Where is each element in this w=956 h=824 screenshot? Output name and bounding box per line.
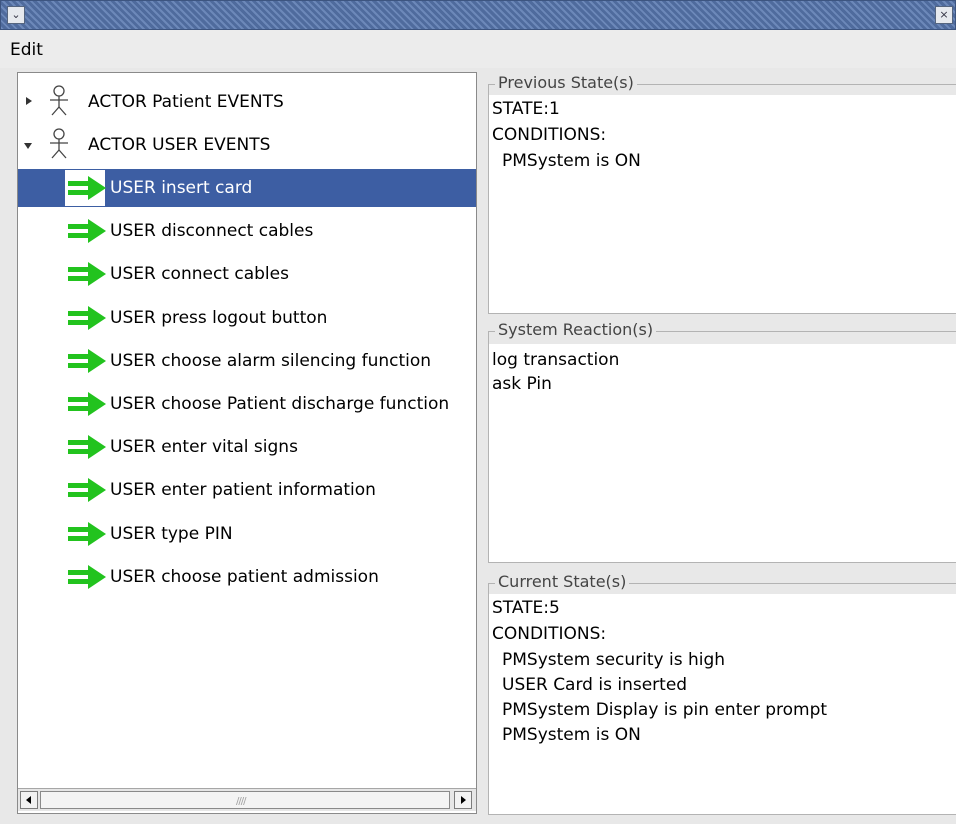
state-line: STATE:1 [492,99,560,119]
arrow-icon [68,478,106,502]
tree-node-event[interactable]: USER disconnect cables [18,212,476,250]
scrollbar-grip: //// [236,796,247,807]
tree-node-actor-user[interactable]: ACTOR USER EVENTS [18,126,476,164]
tree-node-event[interactable]: USER connect cables [18,255,476,293]
system-reaction-panel: System Reaction(s) log transaction ask P… [488,320,956,563]
tree-node-label: USER connect cables [110,264,289,284]
scroll-right-button[interactable] [454,791,472,809]
current-state-text[interactable]: STATE:5 CONDITIONS: PMSystem security is… [489,594,956,814]
tree-node-label: USER press logout button [110,308,328,328]
actor-icon [50,128,68,159]
expand-arrow-icon[interactable] [26,97,32,105]
condition-line: PMSystem security is high [502,650,726,670]
tree-node-label: ACTOR USER EVENTS [88,135,271,155]
menu-bar: Edit [0,30,956,68]
system-reaction-text[interactable]: log transaction ask Pin [489,344,956,562]
tree-node-label: USER insert card [110,178,253,198]
tree-node-event[interactable]: USER choose patient admission [18,558,476,596]
arrow-icon [68,435,106,459]
tree-node-event[interactable]: USER type PIN [18,515,476,553]
arrow-left-icon [26,796,31,804]
tree-node-actor-patient[interactable]: ACTOR Patient EVENTS [18,83,476,121]
tree-node-label: USER disconnect cables [110,221,314,241]
tree-node-label: USER enter vital signs [110,437,298,457]
window-menu-button[interactable]: ⌄ [7,6,25,24]
tree-node-label: USER choose patient admission [110,567,379,587]
tree-node-event[interactable]: USER insert card [18,169,476,207]
tree-node-event[interactable]: USER choose alarm silencing function [18,342,476,380]
condition-line: PMSystem is ON [502,725,641,745]
condition-line: USER Card is inserted [502,675,688,695]
tree-node-label: USER choose Patient discharge function [110,394,450,414]
arrow-icon [68,176,106,200]
arrow-icon [68,392,106,416]
arrow-icon [68,219,106,243]
reaction-line: log transaction [492,350,620,370]
close-window-button[interactable]: × [935,6,953,24]
tree-node-event[interactable]: USER enter patient information [18,471,476,509]
tree-node-label: ACTOR Patient EVENTS [88,92,284,112]
actor-icon [50,85,68,116]
reaction-line: ask Pin [492,374,552,394]
arrow-icon [68,349,106,373]
panel-title: Current State(s) [495,572,630,591]
previous-state-text[interactable]: STATE:1 CONDITIONS: PMSystem is ON [489,95,956,313]
tree-node-label: USER type PIN [110,524,233,544]
condition-line: PMSystem is ON [502,151,641,171]
tree-node-event[interactable]: USER choose Patient discharge function [18,385,476,423]
menu-edit[interactable]: Edit [10,40,43,60]
scrollbar-thumb[interactable]: //// [40,791,450,809]
panel-title: Previous State(s) [495,73,637,92]
current-state-panel: Current State(s) STATE:5 CONDITIONS: PMS… [488,572,956,815]
arrow-icon [68,522,106,546]
scroll-left-button[interactable] [20,791,38,809]
tree-node-label: USER choose alarm silencing function [110,351,432,371]
conditions-label: CONDITIONS: [492,125,607,145]
tree-node-label: USER enter patient information [110,480,376,500]
arrow-icon [68,262,106,286]
conditions-label: CONDITIONS: [492,624,607,644]
arrow-right-icon [461,796,466,804]
panel-title: System Reaction(s) [495,320,657,339]
condition-line: PMSystem Display is pin enter prompt [502,700,828,720]
tree-node-event[interactable]: USER enter vital signs [18,428,476,466]
horizontal-scrollbar[interactable]: //// [18,788,476,811]
collapse-arrow-icon[interactable] [24,143,32,149]
event-tree[interactable]: ACTOR Patient EVENTS ACTOR USER EVENTS U… [17,72,477,814]
title-bar[interactable]: ⌄ × [0,0,956,30]
tree-node-event[interactable]: USER press logout button [18,299,476,337]
arrow-icon [68,306,106,330]
state-line: STATE:5 [492,598,560,618]
arrow-icon [68,565,106,589]
previous-state-panel: Previous State(s) STATE:1 CONDITIONS: PM… [488,73,956,314]
